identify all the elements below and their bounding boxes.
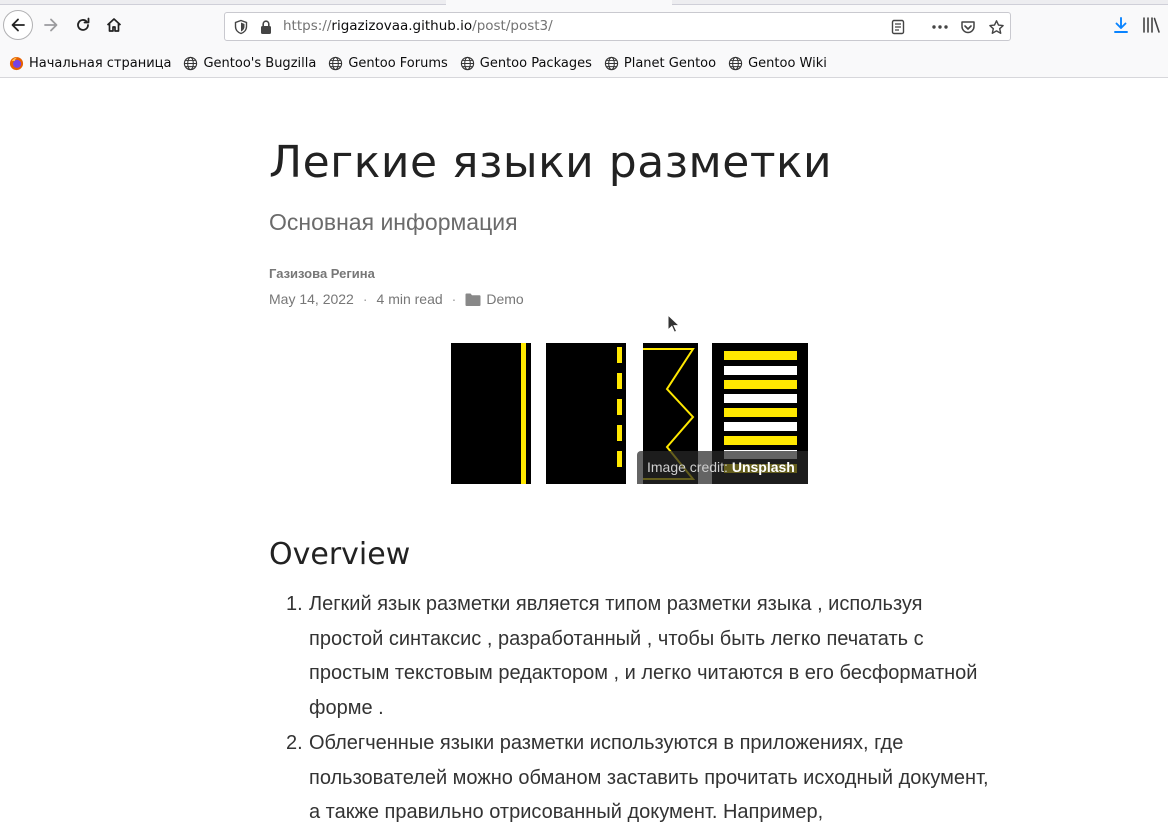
list-number: 2. <box>286 731 303 754</box>
pocket-icon[interactable] <box>959 18 977 36</box>
background-tab-left[interactable] <box>0 0 446 5</box>
globe-icon <box>329 56 343 71</box>
category-label: Demo <box>486 291 524 307</box>
bookmark-label: Gentoo Packages <box>479 56 592 71</box>
home-button[interactable] <box>99 10 129 40</box>
lock-icon[interactable] <box>259 19 273 39</box>
bookmark-label: Начальная страница <box>29 56 172 71</box>
home-icon <box>106 18 122 32</box>
page-actions-icon[interactable] <box>931 18 949 36</box>
category-link[interactable]: Demo <box>465 291 524 307</box>
library-icon[interactable] <box>1142 15 1162 35</box>
page-subtitle: Основная информация <box>269 209 518 235</box>
address-bar[interactable]: https://rigazizovaa.github.io/post/post3… <box>224 12 1011 41</box>
web-page: Легкие языки разметки Основная информаци… <box>0 79 1168 828</box>
reader-view-icon[interactable] <box>889 18 907 36</box>
image-credit: Image credit: Unsplash <box>637 451 808 484</box>
section-heading: Overview <box>269 537 411 572</box>
reload-button[interactable] <box>68 10 98 40</box>
image-credit-link[interactable]: Unsplash <box>732 459 795 475</box>
bookmark-gentoo-packages[interactable]: Gentoo Packages <box>460 56 592 71</box>
read-time: 4 min read <box>376 291 443 307</box>
tracking-shield-icon[interactable] <box>233 19 249 39</box>
url-path: /post/post3/ <box>472 18 553 34</box>
image-credit-prefix: Image credit: <box>647 459 732 475</box>
bookmark-label: Gentoo's Bugzilla <box>203 56 317 71</box>
bookmark-gentoo-bugzilla[interactable]: Gentoo's Bugzilla <box>183 56 316 71</box>
bookmark-star-icon[interactable] <box>987 18 1005 36</box>
bookmark-start-page[interactable]: Начальная страница <box>9 56 171 71</box>
globe-icon <box>460 56 474 71</box>
bookmark-planet-gentoo[interactable]: Planet Gentoo <box>604 56 716 71</box>
bookmark-label: Gentoo Wiki <box>748 56 827 71</box>
author-link[interactable]: Газизова Регина <box>269 266 375 281</box>
list-item: 1. Легкий язык разметки является типом ра… <box>269 587 989 726</box>
url-text[interactable]: https://rigazizovaa.github.io/post/post3… <box>283 18 553 34</box>
bookmark-label: Planet Gentoo <box>623 56 717 71</box>
arrow-left-icon <box>11 18 25 32</box>
folder-icon <box>465 293 481 306</box>
firefox-icon <box>9 56 24 71</box>
forward-button[interactable] <box>36 10 66 40</box>
post-meta: May 14, 2022 · 4 min read · Demo <box>269 291 524 307</box>
mouse-cursor-icon <box>667 314 681 333</box>
background-tab-right[interactable] <box>672 0 1168 5</box>
content-list: 1. Легкий язык разметки является типом ра… <box>269 587 989 828</box>
globe-icon <box>604 56 619 71</box>
list-item-text: Легкий язык разметки является типом разм… <box>309 593 978 720</box>
post-date: May 14, 2022 <box>269 291 354 307</box>
bookmark-label: Gentoo Forums <box>348 56 448 71</box>
list-item-text: Облегченные языки разметки используются … <box>309 731 989 824</box>
globe-icon <box>184 56 198 71</box>
url-host: rigazizovaa.github.io <box>331 18 473 34</box>
back-button[interactable] <box>3 10 33 40</box>
list-item: 2. Облегченные языки разметки используютс… <box>269 726 989 828</box>
bookmark-gentoo-forums[interactable]: Gentoo Forums <box>328 56 448 71</box>
browser-toolbar: https://rigazizovaa.github.io/post/post3… <box>0 0 1168 50</box>
downloads-icon[interactable] <box>1111 15 1131 35</box>
bookmarks-toolbar: Начальная страница Gentoo's Bugzilla Gen… <box>0 50 1168 78</box>
arrow-right-icon <box>44 18 58 32</box>
reload-icon <box>77 17 90 31</box>
meta-separator: · <box>451 291 457 307</box>
globe-icon <box>728 56 743 71</box>
page-title: Легкие языки разметки <box>269 137 833 188</box>
list-number: 1. <box>286 593 303 615</box>
bookmark-gentoo-wiki[interactable]: Gentoo Wiki <box>728 56 827 71</box>
tab-strip <box>0 0 1168 6</box>
meta-separator: · <box>362 291 368 307</box>
url-prefix: https:// <box>283 18 332 34</box>
